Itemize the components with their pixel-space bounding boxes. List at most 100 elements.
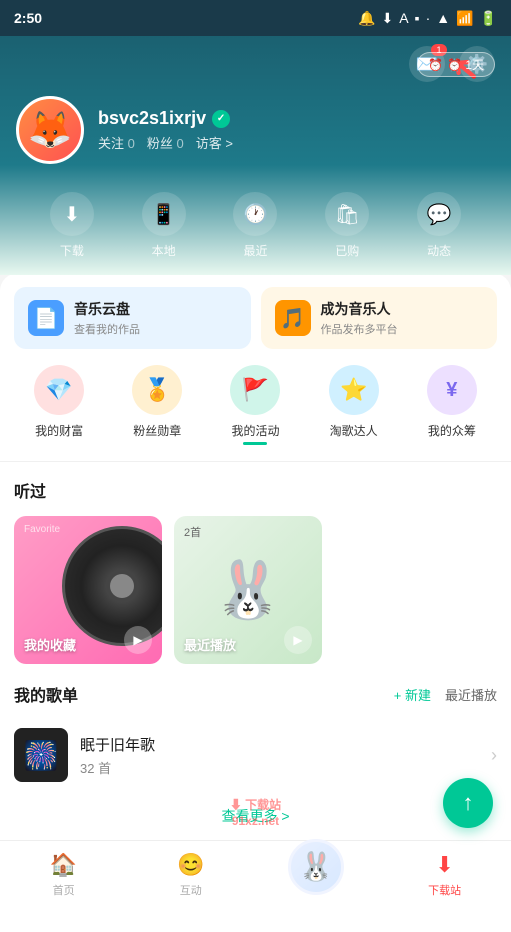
feature-wealth[interactable]: 💎 我的财富 bbox=[24, 365, 94, 445]
nav-icons-row: ⬇ 下载 📱 本地 🕐 最近 🛍 已购 💬 动态 bbox=[16, 176, 495, 275]
favorites-top-label: Favorite bbox=[24, 524, 60, 535]
songlist-title: 我的歌单 bbox=[14, 682, 78, 706]
nav-purchased-label: 已购 bbox=[335, 242, 359, 259]
new-playlist-button[interactable]: + 新建 bbox=[394, 685, 431, 704]
song-count: 32 首 bbox=[80, 758, 479, 777]
song-cover-emoji: 🎆 bbox=[24, 739, 59, 772]
badge-label: 粉丝勋章 bbox=[133, 422, 181, 439]
purchased-icon: 🛍 bbox=[325, 192, 369, 236]
avatar[interactable]: 🦊 bbox=[16, 96, 84, 164]
local-icon: 📱 bbox=[142, 192, 186, 236]
nav-download[interactable]: ⬇ 下载 bbox=[50, 192, 94, 275]
nav-activity-label: 动态 bbox=[427, 242, 451, 259]
favorites-label: 我的收藏 bbox=[24, 635, 76, 654]
wealth-label: 我的财富 bbox=[35, 422, 83, 439]
recent-play-button[interactable]: ▶ bbox=[284, 626, 312, 654]
recent-count: 2首 bbox=[184, 524, 201, 540]
song-arrow-icon: › bbox=[491, 745, 497, 766]
nav-interact[interactable]: 😊 互动 bbox=[161, 852, 220, 898]
signin-label: ⏰ 1天 bbox=[447, 56, 484, 73]
vinyl-center bbox=[110, 574, 134, 598]
wealth-icon: 💎 bbox=[34, 365, 84, 415]
song-cover: 🎆 bbox=[14, 728, 68, 782]
activity-icon: 🚩 bbox=[230, 365, 280, 415]
favorites-play-button[interactable]: ▶ bbox=[124, 626, 152, 654]
table-row[interactable]: 🎆 眠于旧年歌 32 首 › bbox=[14, 720, 497, 790]
follow-stats[interactable]: 关注 0 粉丝 0 访客 > bbox=[98, 133, 233, 152]
listened-section: 听过 Favorite ♥ 我的收藏 ▶ 2首 🐰 最近播放 ▶ bbox=[0, 462, 511, 674]
cloud-title: 音乐云盘 bbox=[74, 299, 140, 319]
cards-row: Favorite ♥ 我的收藏 ▶ 2首 🐰 最近播放 ▶ bbox=[14, 516, 497, 664]
follow-count: 关注 0 bbox=[98, 133, 135, 152]
username-text: bsvc2s1ixrjv bbox=[98, 108, 206, 129]
cloud-sub: 查看我的作品 bbox=[74, 321, 140, 337]
artist-text: 成为音乐人 作品发布多平台 bbox=[321, 299, 398, 337]
share-fab[interactable]: ↑ bbox=[443, 778, 493, 828]
share-icon: ↑ bbox=[463, 790, 474, 816]
see-more-button[interactable]: 查看更多 > bbox=[14, 790, 497, 842]
cloud-icon: 📄 bbox=[28, 300, 64, 336]
nav-purchased[interactable]: 🛍 已购 bbox=[325, 192, 369, 275]
bottom-nav: 🏠 首页 😊 互动 🐰 ⬇ 下载站 bbox=[0, 840, 511, 908]
recent-play-filter[interactable]: 最近播放 bbox=[445, 685, 497, 704]
download-icon: ⬇ bbox=[50, 192, 94, 236]
favorites-card[interactable]: Favorite ♥ 我的收藏 ▶ bbox=[14, 516, 162, 664]
recent-illustration: 🐰 bbox=[213, 557, 283, 623]
nav-home[interactable]: 🏠 首页 bbox=[34, 852, 93, 898]
recent-card[interactable]: 2首 🐰 最近播放 ▶ bbox=[174, 516, 322, 664]
crowdfund-icon: ¥ bbox=[427, 365, 477, 415]
cloud-text: 音乐云盘 查看我的作品 bbox=[74, 299, 140, 337]
nav-local[interactable]: 📱 本地 bbox=[142, 192, 186, 275]
artist-icon: 🎵 bbox=[275, 300, 311, 336]
interact-label: 互动 bbox=[180, 882, 202, 898]
profile-info: bsvc2s1ixrjv ✓ 关注 0 粉丝 0 访客 > bbox=[98, 108, 233, 152]
feature-activity[interactable]: 🚩 我的活动 bbox=[220, 365, 290, 445]
nav-download-site[interactable]: ⬇ 下载站 bbox=[412, 852, 477, 898]
song-name: 眠于旧年歌 bbox=[80, 734, 479, 755]
signin-badge[interactable]: ⏰ ⏰ 1天 bbox=[417, 52, 495, 77]
fans-count: 粉丝 0 bbox=[147, 133, 184, 152]
recent-icon: 🕐 bbox=[233, 192, 277, 236]
features-row: 💎 我的财富 🏅 粉丝勋章 🚩 我的活动 ⭐ 淘歌达人 ¥ 我的众筹 bbox=[0, 359, 511, 462]
feature-crowdfund[interactable]: ¥ 我的众筹 bbox=[417, 365, 487, 445]
songlist-header: 我的歌单 + 新建 最近播放 bbox=[14, 682, 497, 706]
home-icon: 🏠 bbox=[50, 852, 77, 878]
status-time: 2:50 bbox=[14, 10, 42, 26]
active-indicator bbox=[243, 442, 267, 445]
singer-label: 淘歌达人 bbox=[330, 422, 378, 439]
visitors-link[interactable]: 访客 > bbox=[196, 133, 233, 152]
nav-circle-center[interactable]: 🐰 bbox=[288, 839, 344, 895]
content-area: 📄 音乐云盘 查看我的作品 🎵 成为音乐人 作品发布多平台 💎 我的财富 🏅 粉… bbox=[0, 273, 511, 932]
feature-singer[interactable]: ⭐ 淘歌达人 bbox=[319, 365, 389, 445]
vinyl-disc bbox=[62, 526, 162, 646]
songlist-actions: + 新建 最近播放 bbox=[394, 685, 497, 704]
banner-row: 📄 音乐云盘 查看我的作品 🎵 成为音乐人 作品发布多平台 bbox=[0, 273, 511, 359]
verified-icon: ✓ bbox=[212, 110, 230, 128]
signin-icon: ⏰ bbox=[428, 58, 443, 72]
download-site-icon: ⬇ bbox=[435, 852, 453, 878]
listened-title: 听过 bbox=[14, 478, 497, 502]
cloud-music-card[interactable]: 📄 音乐云盘 查看我的作品 bbox=[14, 287, 251, 349]
nav-recent[interactable]: 🕐 最近 bbox=[233, 192, 277, 275]
singer-icon: ⭐ bbox=[329, 365, 379, 415]
download-site-label: 下载站 bbox=[428, 882, 461, 898]
username-row: bsvc2s1ixrjv ✓ bbox=[98, 108, 233, 129]
artist-sub: 作品发布多平台 bbox=[321, 321, 398, 337]
activity-label: 我的活动 bbox=[231, 422, 279, 439]
nav-activity[interactable]: 💬 动态 bbox=[417, 192, 461, 275]
activity-icon: 💬 bbox=[417, 192, 461, 236]
nav-download-label: 下载 bbox=[60, 242, 84, 259]
recent-label: 最近播放 bbox=[184, 635, 236, 654]
interact-icon: 😊 bbox=[177, 852, 204, 878]
songlist-section: 我的歌单 + 新建 最近播放 🎆 眠于旧年歌 32 首 › 查看更多 > bbox=[0, 674, 511, 852]
crowdfund-label: 我的众筹 bbox=[428, 422, 476, 439]
status-icons: 🔔 ⬇ A ▪ · ▲ 📶 🔋 bbox=[358, 10, 497, 27]
nav-recent-label: 最近 bbox=[243, 242, 267, 259]
profile-section: 🦊 bsvc2s1ixrjv ✓ 关注 0 粉丝 0 访客 > bbox=[16, 96, 495, 164]
feature-badge[interactable]: 🏅 粉丝勋章 bbox=[122, 365, 192, 445]
artist-title: 成为音乐人 bbox=[321, 299, 398, 319]
artist-card[interactable]: 🎵 成为音乐人 作品发布多平台 bbox=[261, 287, 498, 349]
song-info: 眠于旧年歌 32 首 bbox=[80, 734, 479, 777]
nav-local-label: 本地 bbox=[152, 242, 176, 259]
home-label: 首页 bbox=[53, 882, 75, 898]
